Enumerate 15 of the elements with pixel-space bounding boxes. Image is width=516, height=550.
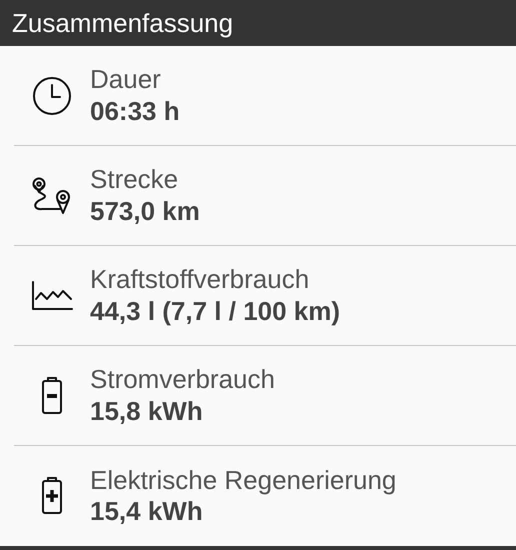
- item-label: Dauer: [90, 64, 162, 96]
- item-label: Strecke: [90, 164, 180, 196]
- item-value: 44,3 l (7,7 l / 100 km): [90, 296, 340, 327]
- line-chart-icon: [31, 280, 73, 310]
- item-label: Stromverbrauch: [90, 364, 275, 396]
- item-label: Kraftstoffverbrauch: [90, 264, 310, 296]
- clock-icon: [32, 76, 72, 116]
- item-value: 15,8 kWh: [90, 396, 204, 427]
- item-value: 573,0 km: [90, 196, 200, 227]
- header-title: Zusammenfassung: [12, 8, 234, 38]
- item-value: 06:33 h: [90, 96, 180, 127]
- item-label: Elektrische Regenerierung: [90, 464, 396, 496]
- battery-minus-icon: [41, 376, 63, 414]
- item-value: 15,4 kWh: [90, 496, 204, 528]
- battery-plus-icon: [41, 477, 63, 515]
